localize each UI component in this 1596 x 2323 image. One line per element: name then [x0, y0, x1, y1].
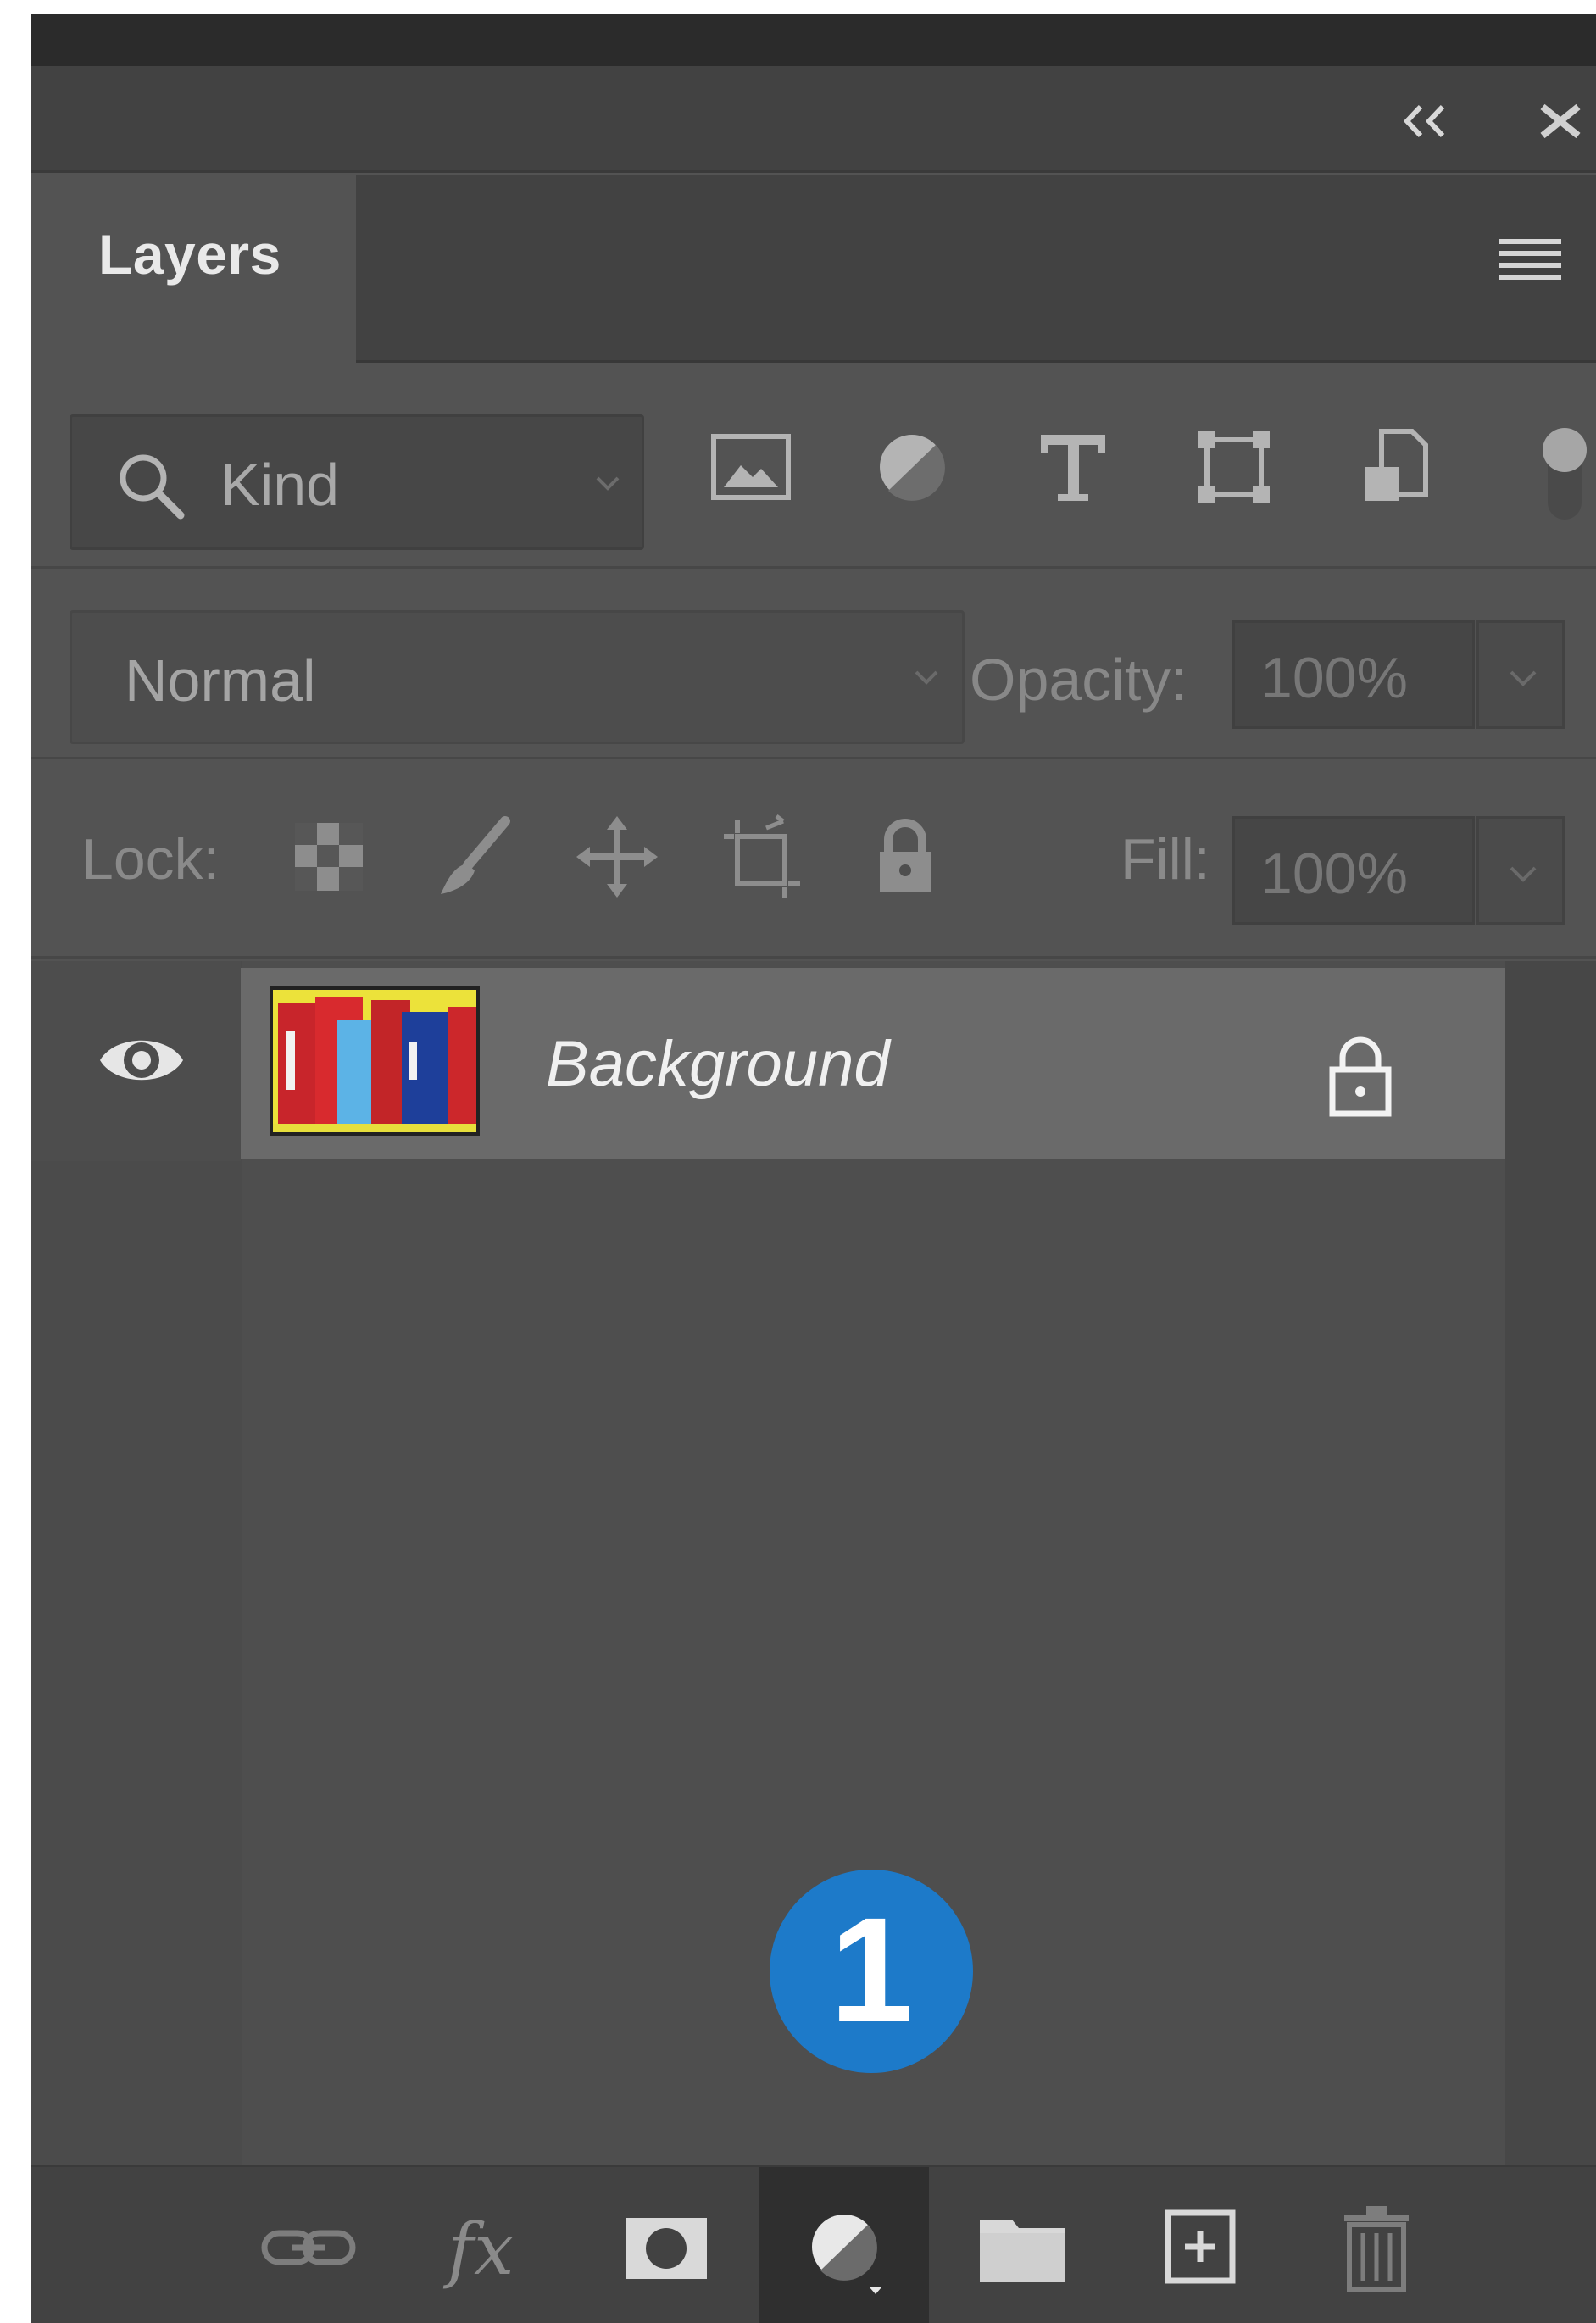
layer-filter-row: Kind: [31, 365, 1596, 569]
lock-artboard-icon[interactable]: [717, 813, 805, 901]
opacity-dropdown-button[interactable]: [1476, 620, 1565, 729]
trash-icon[interactable]: [1326, 2201, 1427, 2294]
eye-icon: [95, 1022, 188, 1098]
fill-label: Fill:: [1121, 827, 1210, 892]
fill-dropdown-button[interactable]: [1476, 816, 1565, 925]
layer-row-background[interactable]: Background: [31, 961, 1505, 1161]
opacity-label: Opacity:: [970, 647, 1187, 713]
opacity-value: 100%: [1260, 646, 1408, 710]
layer-name[interactable]: Background: [546, 1027, 890, 1101]
layer-visibility-toggle[interactable]: [31, 961, 241, 1161]
link-layers-icon[interactable]: [258, 2201, 359, 2294]
lock-image-pixels-icon[interactable]: [429, 813, 517, 901]
tab-layers[interactable]: Layers: [31, 175, 356, 363]
group-folder-icon[interactable]: [971, 2201, 1073, 2294]
adjustment-layer-filter-icon[interactable]: [870, 425, 954, 509]
layer-body[interactable]: Background: [241, 968, 1505, 1159]
lock-fill-row: Lock: Fill: 100%: [31, 762, 1596, 959]
svg-text:fx: fx: [442, 2208, 514, 2291]
chevron-down-icon: [909, 660, 943, 694]
blend-opacity-row: Normal Opacity: 100%: [31, 571, 1596, 759]
layers-scrollbar[interactable]: [1505, 961, 1596, 2165]
layer-thumbnail: [270, 986, 480, 1136]
smart-object-filter-icon[interactable]: [1353, 425, 1438, 509]
close-icon[interactable]: [1531, 100, 1590, 142]
tab-strip: Layers: [31, 175, 1596, 363]
lock-all-icon[interactable]: [861, 813, 949, 901]
new-layer-icon[interactable]: [1149, 2201, 1251, 2294]
fx-icon[interactable]: fx: [436, 2201, 537, 2294]
lock-position-icon[interactable]: [573, 813, 661, 901]
filter-kind-label: Kind: [220, 452, 340, 518]
pixel-layer-filter-icon[interactable]: [709, 425, 793, 509]
panel-header: [31, 66, 1596, 173]
fill-value: 100%: [1260, 842, 1408, 906]
fill-input[interactable]: 100%: [1232, 816, 1475, 925]
collapse-icon[interactable]: [1395, 100, 1463, 142]
layers-panel: Layers Kind Normal Opacity: 100% Lock: F…: [31, 14, 1596, 2323]
filter-toggle-icon[interactable]: [1539, 423, 1590, 525]
panel-menu-icon[interactable]: [1497, 234, 1563, 290]
type-layer-filter-icon[interactable]: [1031, 425, 1115, 509]
chevron-down-icon: [591, 466, 625, 500]
blend-mode-select[interactable]: Normal: [70, 610, 965, 744]
panel-top-bar: [31, 14, 1596, 66]
lock-label: Lock:: [81, 827, 220, 892]
layer-lock-icon: [1322, 1032, 1399, 1117]
step-number: 1: [830, 1887, 913, 2053]
layers-bottom-toolbar: fx: [31, 2165, 1596, 2323]
tab-layers-label: Layers: [98, 223, 281, 286]
blend-mode-label: Normal: [125, 647, 316, 714]
shape-layer-filter-icon[interactable]: [1192, 425, 1276, 509]
filter-kind-select[interactable]: Kind: [70, 414, 644, 550]
search-icon: [113, 447, 189, 524]
adjustment-layer-icon[interactable]: [793, 2201, 895, 2294]
step-number-badge: 1: [770, 1870, 973, 2073]
lock-transparent-pixels-icon[interactable]: [285, 813, 373, 901]
mask-icon[interactable]: [615, 2201, 717, 2294]
opacity-input[interactable]: 100%: [1232, 620, 1475, 729]
